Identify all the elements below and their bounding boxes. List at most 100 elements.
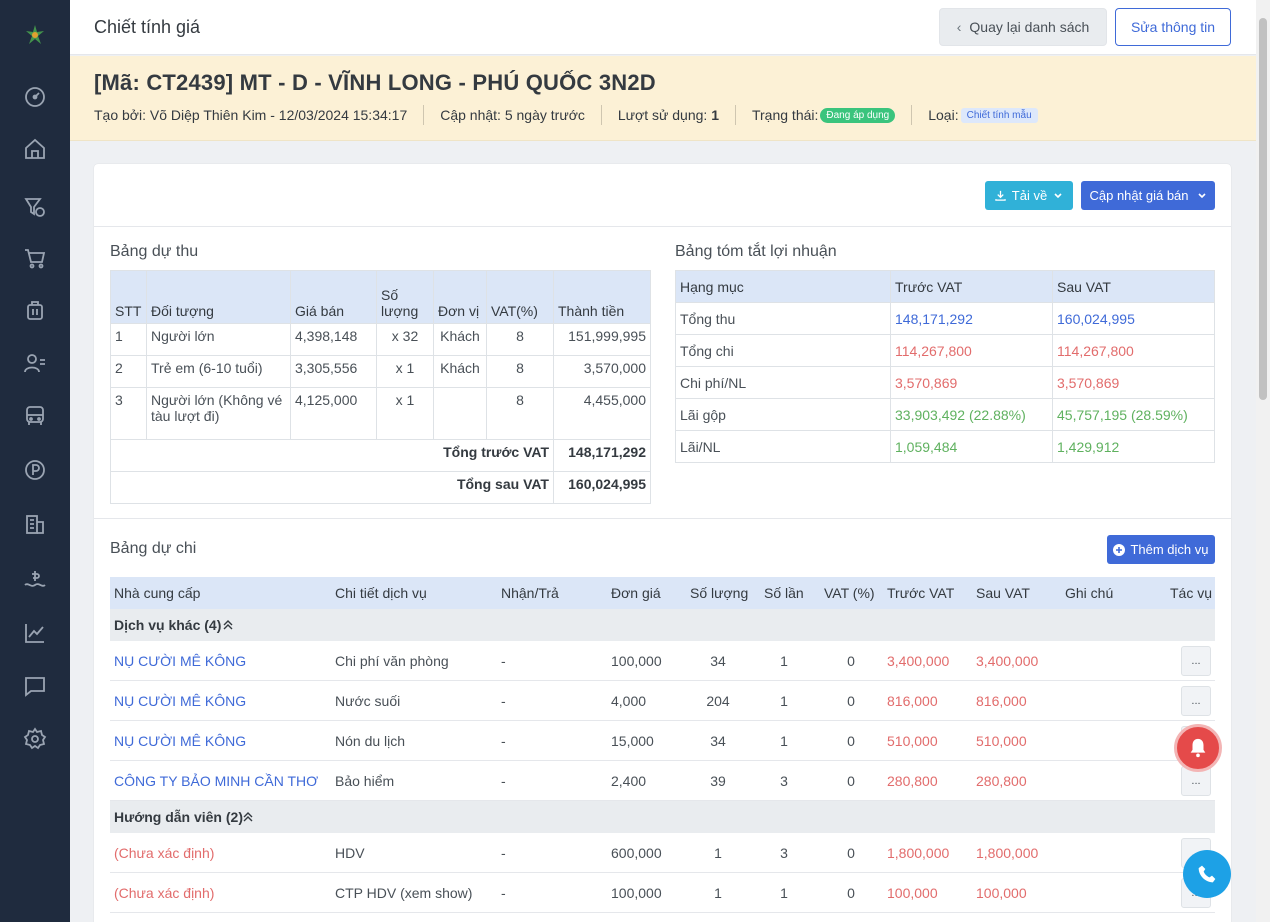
cell-total: 4,455,000 [553, 387, 651, 440]
chat-icon[interactable] [23, 674, 47, 698]
download-label: Tải về [1011, 188, 1048, 203]
total-before-value: 148,171,292 [553, 439, 651, 472]
cell-supplier[interactable]: CÔNG TY BẢO MINH CẦN THƠ [114, 773, 318, 789]
cell-supplier[interactable]: NỤ CƯỜI MÊ KÔNG [114, 733, 246, 749]
parking-icon[interactable] [23, 458, 47, 482]
call-button[interactable] [1183, 850, 1231, 898]
money-wave-icon[interactable] [23, 567, 47, 591]
col-total: Thành tiền [553, 270, 651, 324]
table-header-row: Hạng mục Trước VAT Sau VAT [675, 270, 1215, 303]
table-header-row: Nhà cung cấp Chi tiết dịch vụ Nhận/Trả Đ… [110, 577, 1215, 609]
cell-qty: 34 [710, 732, 726, 749]
revenue-title: Bảng dự thu [110, 243, 199, 260]
table-row: NỤ CƯỜI MÊ KÔNG Nón du lịch - 15,000 34 1 0 510… [110, 721, 1215, 761]
download-button[interactable]: Tải về [985, 181, 1073, 210]
cell-after-vat: 816,000 [976, 692, 1027, 709]
col-supplier: Nhà cung cấp [114, 585, 201, 601]
cell-supplier[interactable]: (Chưa xác định) [114, 845, 214, 861]
cell-target: Người lớn (Không vé tàu lượt đi) [146, 387, 291, 440]
col-qty: Số lượng [376, 270, 434, 324]
cell-times: 1 [780, 732, 788, 749]
cell-qty: x 1 [376, 387, 434, 440]
bus-icon[interactable] [23, 404, 47, 428]
cell-detail: Nước suối [335, 692, 401, 709]
table-row: NỤ CƯỜI MÊ KÔNG Nước suối - 4,000 204 1 0 816,0… [110, 681, 1215, 721]
cell-times: 3 [780, 844, 788, 861]
cell-before-vat: 3,570,869 [890, 366, 1053, 399]
cell-item: Chi phí/NL [675, 366, 891, 399]
notification-bell-button[interactable] [1174, 724, 1222, 772]
col-action: Tác vụ [1170, 585, 1213, 601]
sidebar [0, 0, 70, 922]
collapse-chevrons-icon[interactable] [222, 619, 234, 631]
cell-before-vat: 33,903,492 (22.88%) [890, 398, 1053, 431]
tour-code-title: [Mã: CT2439] MT - D - VĨNH LONG - PHÚ QU… [94, 70, 656, 95]
cell-recv: - [501, 732, 506, 749]
cell-before-vat: 816,000 [887, 692, 938, 709]
cell-after-vat: 280,800 [976, 772, 1027, 789]
cell-unit-price: 15,000 [611, 732, 654, 749]
cell-target: Trẻ em (6-10 tuổi) [146, 355, 291, 388]
group-row[interactable]: Dịch vụ khác (4) [110, 609, 1215, 641]
col-after-vat: Sau VAT [1052, 270, 1215, 303]
cell-before-vat: 1,800,000 [887, 844, 950, 861]
cell-detail: Nón du lịch [335, 732, 406, 749]
row-actions-button[interactable]: ... [1181, 686, 1211, 716]
users-icon[interactable] [23, 351, 47, 375]
cell-before-vat: 510,000 [887, 732, 938, 749]
revenue-table: STT Đối tượng Giá bán Số lượng Đơn vị VA… [110, 270, 651, 504]
collapse-chevrons-icon[interactable] [242, 811, 254, 823]
table-row: Tổng chi 114,267,800 114,267,800 [675, 334, 1215, 367]
created-by-value: Võ Diệp Thiên Kim - 12/03/2024 15:34:17 [149, 107, 408, 123]
home-icon[interactable] [23, 137, 47, 161]
cell-supplier[interactable]: NỤ CƯỜI MÊ KÔNG [114, 653, 246, 669]
cell-after-vat: 3,570,869 [1052, 366, 1215, 399]
scrollbar-thumb[interactable] [1259, 18, 1267, 400]
cell-supplier[interactable]: NỤ CƯỜI MÊ KÔNG [114, 693, 246, 709]
cell-before-vat: 114,267,800 [890, 334, 1053, 367]
luggage-icon[interactable] [23, 298, 47, 322]
cell-vat: 8 [486, 355, 554, 388]
cell-before-vat: 148,171,292 [890, 302, 1053, 335]
update-price-button[interactable]: Cập nhật giá bán [1081, 181, 1215, 210]
divider [94, 518, 1231, 519]
edit-info-button[interactable]: Sửa thông tin [1115, 8, 1231, 46]
cell-unit [433, 387, 487, 440]
cell-qty: 39 [710, 772, 726, 789]
cell-unit-price: 4,000 [611, 692, 647, 709]
cell-vat: 0 [847, 692, 855, 709]
cell-after-vat: 100,000 [976, 884, 1027, 901]
col-vat: VAT(%) [486, 270, 554, 324]
chart-icon[interactable] [23, 621, 47, 645]
add-service-button[interactable]: Thêm dịch vụ [1107, 535, 1215, 564]
cell-recv: - [501, 652, 506, 669]
settings-icon[interactable] [23, 727, 47, 751]
page-title: Chiết tính giá [94, 17, 201, 37]
table-row: 1 Người lớn 4,398,148 x 32 Khách 8 151,9… [110, 323, 651, 356]
dashboard-icon[interactable] [23, 85, 47, 109]
col-recv: Nhận/Trả [501, 585, 559, 601]
back-to-list-button[interactable]: ‹ Quay lại danh sách [939, 8, 1107, 46]
building-icon[interactable] [23, 512, 47, 536]
add-service-label: Thêm dịch vụ [1130, 542, 1209, 557]
type: Loại: Chiết tính mẫu [928, 107, 1038, 123]
cell-total: 3,570,000 [553, 355, 651, 388]
total-before-row: Tổng trước VAT 148,171,292 [110, 439, 651, 472]
total-before-label: Tổng trước VAT [110, 439, 554, 472]
cell-times: 1 [780, 884, 788, 901]
group-row[interactable]: Hướng dẫn viên (2) [110, 801, 1215, 833]
row-actions-button[interactable]: ... [1181, 646, 1211, 676]
total-after-value: 160,024,995 [553, 471, 651, 504]
cell-unit: Khách [433, 355, 487, 388]
cell-qty: 204 [706, 692, 730, 709]
cell-detail: Bảo hiểm [335, 772, 395, 789]
cell-recv: - [501, 692, 506, 709]
chevron-down-icon [1197, 192, 1206, 198]
updated-value: 5 ngày trước [504, 107, 585, 123]
divider [94, 226, 1231, 227]
cart-icon[interactable] [23, 246, 47, 270]
cell-unit-price: 2,400 [611, 772, 647, 789]
cell-supplier[interactable]: (Chưa xác định) [114, 885, 214, 901]
filter-price-icon[interactable] [23, 195, 47, 219]
phone-icon [1198, 865, 1216, 883]
